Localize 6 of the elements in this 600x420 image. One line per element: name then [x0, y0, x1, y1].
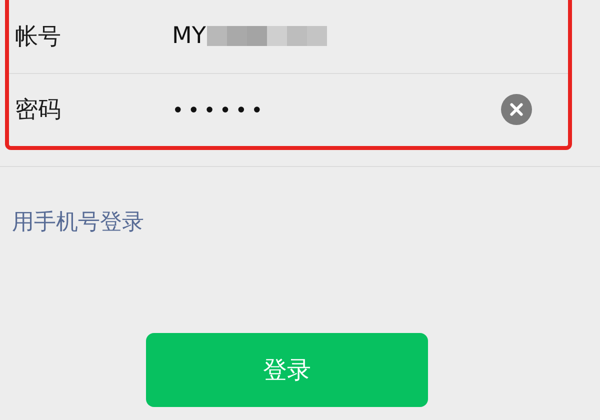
field-value[interactable]: MY	[172, 23, 206, 50]
clear-icon[interactable]	[501, 94, 532, 126]
field-value[interactable]: ••••••	[172, 98, 267, 122]
field-label: 帐号	[15, 22, 62, 52]
field-label: 密码	[15, 96, 62, 126]
phone-login-link[interactable]: 用手机号登录	[12, 207, 144, 237]
